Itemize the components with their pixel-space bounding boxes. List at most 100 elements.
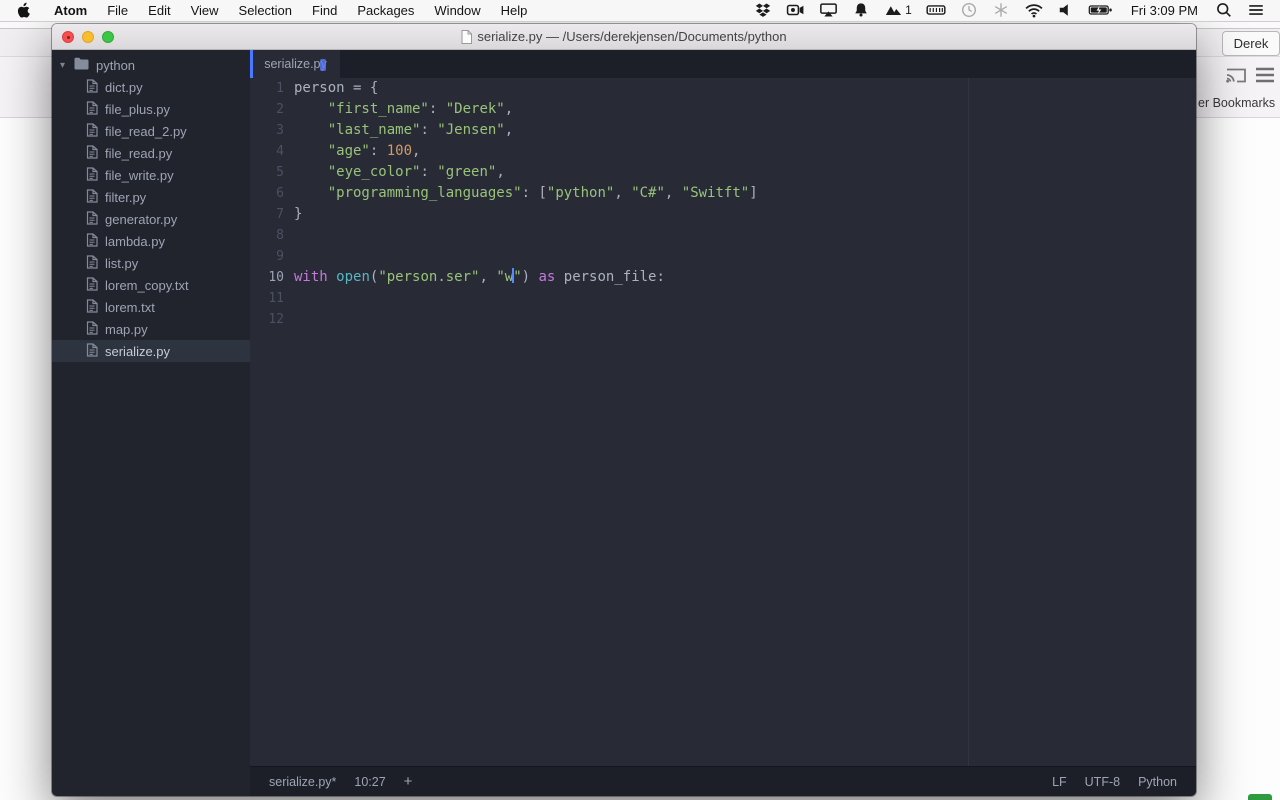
menu-window[interactable]: Window	[424, 3, 490, 18]
file-icon	[86, 232, 105, 250]
menu-bar-clock[interactable]: Fri 3:09 PM	[1121, 3, 1208, 18]
code-line-10[interactable]: 10 with open("person.ser", "w") as person…	[250, 267, 1196, 288]
window-title: serialize.py — /Users/derekjensen/Docume…	[477, 29, 787, 44]
status-file-name[interactable]: serialize.py*	[260, 775, 345, 789]
zoom-button[interactable]	[102, 31, 114, 43]
file-icon	[86, 320, 105, 338]
airplay-display-icon[interactable]	[812, 0, 845, 21]
tree-folder-python[interactable]: ▾ python	[52, 54, 250, 76]
tree-file-label: lambda.py	[105, 233, 165, 249]
tree-scrollbar-accent[interactable]	[250, 50, 253, 78]
status-encoding[interactable]: UTF-8	[1076, 775, 1129, 789]
status-grammar[interactable]: Python	[1129, 775, 1186, 789]
status-cursor-position[interactable]: 10:27	[345, 775, 394, 789]
code-line-7[interactable]: 7}	[250, 204, 1196, 225]
status-bar: serialize.py* 10:27 + LF UTF-8 Python	[250, 766, 1196, 796]
browser-menu-icon[interactable]	[1254, 66, 1276, 89]
menu-selection[interactable]: Selection	[229, 3, 302, 18]
file-icon	[86, 188, 105, 206]
tree-file-map-py[interactable]: map.py	[52, 318, 250, 340]
code-line-4[interactable]: 4 "age": 100,	[250, 141, 1196, 162]
line-content: with open("person.ser", "w") as person_f…	[294, 268, 665, 285]
code-line-6[interactable]: 6 "programming_languages": ["python", "C…	[250, 183, 1196, 204]
line-content: "first_name": "Derek",	[327, 101, 514, 117]
menu-packages[interactable]: Packages	[347, 3, 424, 18]
menu-help[interactable]: Help	[491, 3, 538, 18]
mountains-icon[interactable]: 1	[877, 0, 919, 21]
line-content: "last_name": "Jensen",	[327, 122, 514, 138]
line-content	[284, 309, 294, 330]
line-number: 4	[276, 144, 284, 159]
menu-view[interactable]: View	[181, 3, 229, 18]
close-button[interactable]	[62, 31, 74, 43]
line-content: }	[294, 206, 303, 222]
keyboard-icon[interactable]	[919, 0, 953, 21]
tree-file-file_plus-py[interactable]: file_plus.py	[52, 98, 250, 120]
volume-icon[interactable]	[1051, 0, 1081, 21]
file-icon	[86, 144, 105, 162]
line-content	[284, 246, 294, 267]
line-number: 8	[276, 228, 284, 243]
atom-titlebar[interactable]: serialize.py — /Users/derekjensen/Docume…	[52, 24, 1196, 50]
code-line-3[interactable]: 3 "last_name": "Jensen",	[250, 120, 1196, 141]
tree-file-file_write-py[interactable]: file_write.py	[52, 164, 250, 186]
mountains-icon-badge: 1	[905, 3, 912, 17]
time-machine-icon[interactable]	[953, 0, 985, 21]
tree-file-label: lorem_copy.txt	[105, 277, 189, 293]
wifi-icon[interactable]	[1017, 0, 1051, 21]
line-number: 11	[268, 291, 284, 306]
browser-profile-button[interactable]: Derek	[1222, 31, 1280, 56]
file-icon	[86, 166, 105, 184]
code-line-2[interactable]: 2 "first_name": "Derek",	[250, 99, 1196, 120]
cast-icon[interactable]	[1224, 64, 1248, 91]
minimize-button[interactable]	[82, 31, 94, 43]
file-icon	[86, 210, 105, 228]
code-line-1[interactable]: 1 person = {	[250, 78, 1196, 99]
dropbox-icon[interactable]	[747, 0, 779, 21]
tree-file-lorem-txt[interactable]: lorem.txt	[52, 296, 250, 318]
tree-file-label: map.py	[105, 321, 148, 337]
status-line-ending[interactable]: LF	[1043, 775, 1076, 789]
tree-file-serialize-py[interactable]: serialize.py	[52, 340, 250, 362]
tree-file-lorem_copy-txt[interactable]: lorem_copy.txt	[52, 274, 250, 296]
tree-file-list-py[interactable]: list.py	[52, 252, 250, 274]
menu-atom[interactable]: Atom	[44, 3, 97, 18]
atom-window: serialize.py — /Users/derekjensen/Docume…	[52, 24, 1196, 796]
tree-file-dict-py[interactable]: dict.py	[52, 76, 250, 98]
line-number: 3	[276, 123, 284, 138]
notification-center-icon[interactable]	[1240, 0, 1272, 21]
apple-menu-icon[interactable]	[0, 2, 44, 19]
tree-file-label: generator.py	[105, 211, 178, 227]
code-line-11[interactable]: 11	[250, 288, 1196, 309]
tree-file-label: lorem.txt	[105, 299, 155, 315]
keyboard-backlight-icon[interactable]	[985, 0, 1017, 21]
menu-edit[interactable]: Edit	[138, 3, 180, 18]
notification-bell-icon[interactable]	[845, 0, 877, 21]
tree-file-file_read-py[interactable]: file_read.py	[52, 142, 250, 164]
tree-file-lambda-py[interactable]: lambda.py	[52, 230, 250, 252]
code-line-8[interactable]: 8	[250, 225, 1196, 246]
code-line-5[interactable]: 5 "eye_color": "green",	[250, 162, 1196, 183]
line-number: 5	[276, 165, 284, 180]
video-camera-icon[interactable]	[779, 0, 812, 21]
editor-surface[interactable]: 1 person = {2 "first_name": "Derek", 3 "la…	[250, 78, 1196, 766]
tree-view: ▾ python dict.py file_plus.py file_read_2.…	[52, 50, 250, 796]
file-icon	[86, 78, 105, 96]
macos-menu-bar: Atom File Edit View Selection Find Packages Win…	[0, 0, 1280, 22]
code-line-12[interactable]: 12	[250, 309, 1196, 330]
editor-pane: serialize.py 1 person = {2 "first_name": …	[250, 50, 1196, 796]
other-bookmarks-label[interactable]: er Bookmarks	[1198, 96, 1275, 110]
chevron-down-icon: ▾	[60, 59, 66, 71]
tree-file-generator-py[interactable]: generator.py	[52, 208, 250, 230]
tree-file-filter-py[interactable]: filter.py	[52, 186, 250, 208]
menu-find[interactable]: Find	[302, 3, 347, 18]
spotlight-search-icon[interactable]	[1208, 0, 1240, 21]
tree-file-file_read_2-py[interactable]: file_read_2.py	[52, 120, 250, 142]
status-add-icon[interactable]: +	[395, 773, 422, 790]
menu-file[interactable]: File	[97, 3, 138, 18]
code-line-9[interactable]: 9	[250, 246, 1196, 267]
battery-charging-icon[interactable]	[1081, 0, 1121, 21]
tab-serialize-py[interactable]: serialize.py	[250, 50, 340, 78]
tab-label: serialize.py	[264, 57, 327, 71]
modified-indicator[interactable]	[319, 59, 326, 71]
